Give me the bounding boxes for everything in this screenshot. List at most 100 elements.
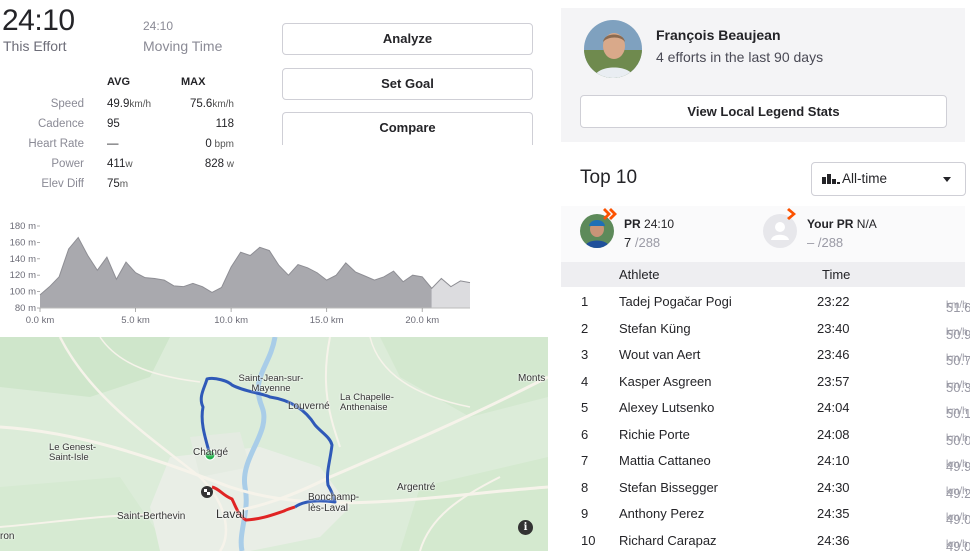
row-time: 24:35 <box>817 506 850 521</box>
row-athlete-name[interactable]: Kasper Asgreen <box>619 374 712 389</box>
y-tick-label: 80 m <box>15 303 36 314</box>
row-time: 23:40 <box>817 320 850 336</box>
row-rank: 3 <box>581 347 589 362</box>
row-athlete-name[interactable]: Stefan Bissegger <box>619 480 718 495</box>
time-filter-value: All-time <box>842 171 888 186</box>
local-legend-avatar[interactable] <box>584 20 642 78</box>
row-athlete-name[interactable]: Anthony Perez <box>619 506 704 521</box>
x-tick-label: 20.0 km <box>405 315 439 326</box>
stat-label: Elev Diff <box>41 178 84 190</box>
row-time: 23:57 <box>817 373 850 389</box>
row-rank: 4 <box>581 373 589 389</box>
leaderboard-row[interactable]: 1 Tadej Pogačar Pogi 23:22 51.6 km/h <box>561 288 970 315</box>
row-athlete-name[interactable]: Richard Carapaz <box>619 533 717 548</box>
map-label-saint-berthevin: Saint-Berthevin <box>117 511 186 522</box>
time-filter-dropdown[interactable]: All-time <box>811 162 966 196</box>
row-speed-unit: km/h <box>946 353 968 364</box>
stat-avg-value: 49.9 <box>107 98 130 110</box>
elevation-area <box>40 237 432 308</box>
stat-max-unit: bpm <box>211 139 234 150</box>
stat-avg: — <box>107 138 119 150</box>
your-rank: – /288 <box>807 235 844 250</box>
x-tick-label: 15.0 km <box>310 315 344 326</box>
x-tick-label: 5.0 km <box>121 315 150 326</box>
row-speed-unit: km/h <box>946 512 968 523</box>
map-label-saint-jean: Saint-Jean-sur-Mayenne <box>238 373 304 394</box>
leaderboard-row[interactable]: 5 Alexey Lutsenko 24:04 50.1 km/h <box>561 394 970 421</box>
effort-time: 24:10 <box>2 4 75 37</box>
row-athlete-name[interactable]: Wout van Aert <box>619 347 700 362</box>
leaderboard-row[interactable]: 3 Wout van Aert 23:46 50.7 km/h <box>561 341 970 368</box>
stat-max: 118 <box>160 118 234 130</box>
row-time: 24:10 <box>817 453 850 468</box>
map-label-bonchamp: Bonchamp-lès-Laval <box>308 492 360 514</box>
leaderboard-row[interactable]: 7 Mattia Cattaneo 24:10 49.9 km/h <box>561 447 970 474</box>
leaderboard-title: Top 10 <box>580 167 638 188</box>
pr-badge-icon <box>603 208 617 220</box>
row-athlete-name[interactable]: Alexey Lutsenko <box>619 400 714 415</box>
row-rank: 2 <box>581 320 589 336</box>
row-speed-unit: km/h <box>946 379 968 391</box>
row-speed-unit: km/h <box>946 406 968 417</box>
leaderboard-row[interactable]: 2 Stefan Küng 23:40 50.9 km/h <box>561 315 970 342</box>
leaderboard-row[interactable]: 4 Kasper Asgreen 23:57 50.3 km/h <box>561 368 970 395</box>
row-time: 24:04 <box>817 400 850 415</box>
row-rank: 9 <box>581 506 589 521</box>
map-label-monts: Monts <box>518 373 546 384</box>
view-local-legend-stats-button[interactable]: View Local Legend Stats <box>580 95 947 128</box>
local-legend-name[interactable]: François Beaujean <box>656 27 781 43</box>
leaderboard-row[interactable]: 9 Anthony Perez 24:35 49.0 km/h <box>561 500 970 527</box>
row-speed-unit: km/h <box>946 326 968 338</box>
leaderboard-row[interactable]: 10 Richard Carapaz 24:36 49.0 km/h <box>561 527 970 551</box>
route-map[interactable]: Saint-Jean-sur-Mayenne La Chapelle-Anthen… <box>0 337 548 551</box>
pr-rank: 7 /288 <box>624 235 661 250</box>
map-label-louverne: Louverné <box>288 401 330 412</box>
stat-max: 75.6km/h <box>160 98 234 110</box>
compare-button[interactable]: Compare <box>282 112 533 145</box>
leaderboard-row[interactable]: 8 Stefan Bissegger 24:30 49.2 km/h <box>561 474 970 501</box>
map-label-change: Changé <box>193 447 229 458</box>
row-athlete-name[interactable]: Tadej Pogačar Pogi <box>619 294 732 309</box>
row-athlete-name[interactable]: Stefan Küng <box>619 321 691 336</box>
row-athlete-name[interactable]: Richie Porte <box>619 427 690 442</box>
stat-max-unit: w <box>224 159 234 170</box>
athlete-column-header: Athlete <box>619 267 660 282</box>
map-label-la-chapelle: La Chapelle-Anthenaise <box>340 392 394 413</box>
moving-time: 24:10 <box>143 19 174 33</box>
stat-label: Cadence <box>37 118 84 130</box>
y-tick-label: 100 m <box>10 287 36 298</box>
map-label-ron: ron <box>0 531 15 542</box>
row-athlete-name[interactable]: Mattia Cattaneo <box>619 453 711 468</box>
stat-label: Heart Rate <box>28 138 84 150</box>
row-time: 24:08 <box>817 426 850 442</box>
analyze-button[interactable]: Analyze <box>282 23 533 55</box>
your-pr-badge-icon <box>787 208 796 220</box>
map-label-le-genest: Le Genest-Saint-Isle <box>49 442 96 463</box>
leaderboard-row[interactable]: 6 Richie Porte 24:08 50.0 km/h <box>561 421 970 448</box>
row-rank: 1 <box>581 294 589 309</box>
stat-avg-unit: m <box>119 179 129 190</box>
x-tick-label: 10.0 km <box>214 315 248 326</box>
y-tick-label: 120 m <box>10 270 36 281</box>
chevron-down-icon <box>943 177 951 182</box>
set-goal-button[interactable]: Set Goal <box>282 68 533 100</box>
stat-avg: 411w <box>107 158 133 170</box>
row-time: 23:22 <box>817 294 850 309</box>
row-speed-unit: km/h <box>946 300 968 311</box>
stat-avg: 49.9km/h <box>107 98 151 110</box>
stat-max-unit: km/h <box>212 99 234 110</box>
row-rank: 5 <box>581 400 589 415</box>
stat-max: 828 w <box>160 158 234 170</box>
moving-time-label: Moving Time <box>143 38 223 54</box>
row-speed-unit: km/h <box>946 485 968 497</box>
max-header: MAX <box>181 76 206 88</box>
info-icon[interactable]: i <box>518 520 533 535</box>
row-speed-unit: km/h <box>946 459 968 470</box>
pr-time: PR 24:10 <box>624 217 675 231</box>
map-label-laval: Laval <box>216 507 245 521</box>
row-speed-unit: km/h <box>946 538 968 550</box>
stat-avg: 95 <box>107 118 120 130</box>
your-pr: Your PR N/A <box>807 217 877 231</box>
stat-avg-value: 411 <box>107 158 126 170</box>
stat-max-value: 75.6 <box>189 98 213 110</box>
